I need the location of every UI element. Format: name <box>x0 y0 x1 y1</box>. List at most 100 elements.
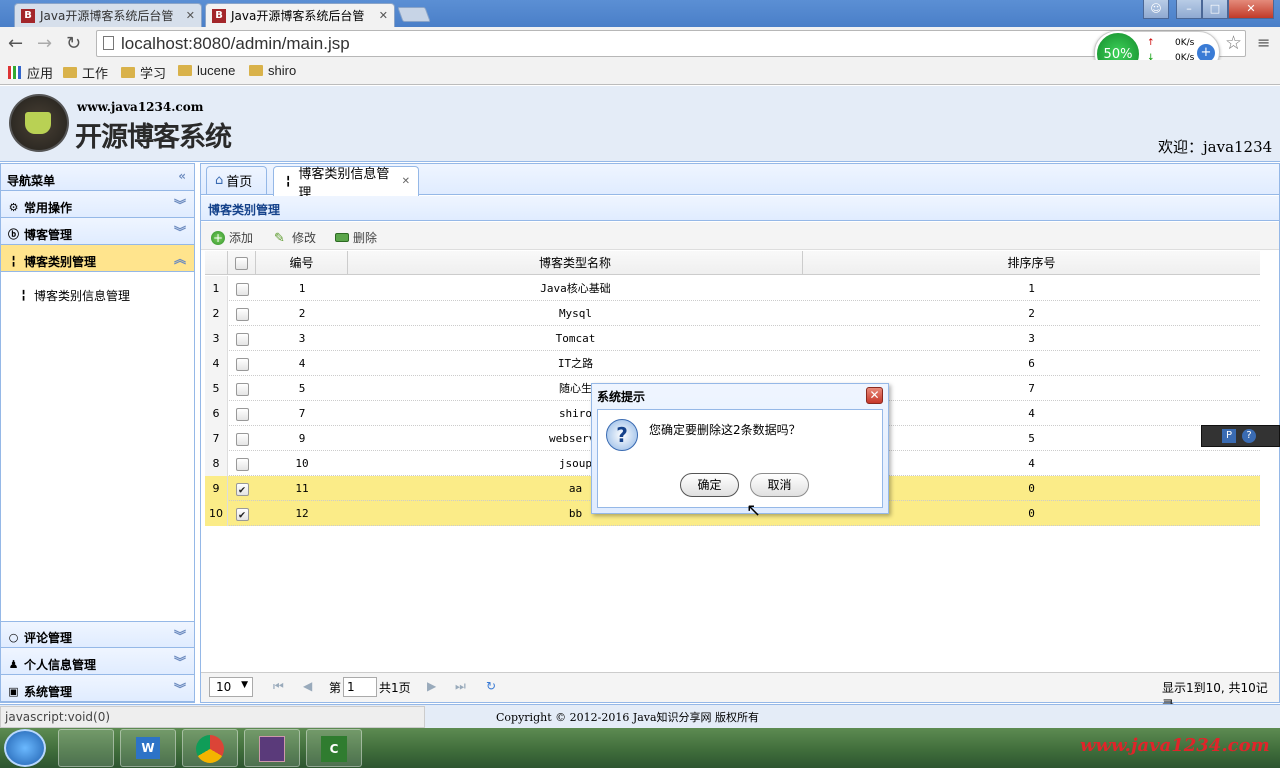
table-row[interactable]: 2 2 Mysql 2 <box>205 301 1260 326</box>
taskbar-camtasia[interactable]: C <box>306 729 362 767</box>
browser-tab-1[interactable]: B Java开源博客系统后台管 ✕ <box>14 3 202 27</box>
confirm-button[interactable]: 确定 <box>680 473 739 497</box>
chevron-up-icon: ︽ <box>173 252 186 266</box>
bookmark-work[interactable]: 工作 <box>63 63 108 82</box>
row-number: 1 <box>205 276 228 301</box>
minus-icon <box>335 233 349 242</box>
tab-blog-type[interactable]: ╏ 博客类别信息管理 ✕ <box>273 166 419 201</box>
row-checkbox[interactable] <box>235 357 249 371</box>
nav-section-label: 系统管理 <box>24 684 73 699</box>
row-number: 4 <box>205 351 228 376</box>
nav-section-blog[interactable]: ⓑ 博客管理 ︾ <box>1 218 194 245</box>
close-icon[interactable]: ✕ <box>402 176 410 187</box>
taskbar-chrome[interactable] <box>182 729 238 767</box>
table-row[interactable]: 4 4 IT之路 6 <box>205 351 1260 376</box>
bookmark-apps[interactable]: 应用 <box>8 63 53 82</box>
minimize-button[interactable]: – <box>1176 0 1202 19</box>
taskbar-eclipse[interactable] <box>244 729 300 767</box>
eclipse-icon <box>259 736 285 762</box>
bookmark-label: 学习 <box>140 66 167 81</box>
close-icon[interactable]: ✕ <box>373 9 388 22</box>
window-close-button[interactable]: ✕ <box>1228 0 1274 19</box>
row-checkbox[interactable] <box>235 407 249 421</box>
folder-icon <box>178 65 192 76</box>
edit-button[interactable]: ✎ 修改 <box>274 229 316 246</box>
first-page-icon[interactable]: ⏮ <box>273 679 284 694</box>
tab-label: 博客类别信息管理 <box>298 166 390 201</box>
table-header: 编号 博客类型名称 排序序号 <box>205 251 1260 275</box>
blog-favicon-icon: B <box>212 8 226 23</box>
browser-tab-title: Java开源博客系统后台管 <box>231 9 365 23</box>
p-icon[interactable]: P <box>1222 429 1236 443</box>
row-checkbox[interactable] <box>235 332 249 346</box>
row-checkbox[interactable]: ✔ <box>235 482 249 496</box>
dialog-title: 系统提示 <box>597 390 646 404</box>
star-icon[interactable]: ☆ <box>1225 32 1242 54</box>
nav-sub-item[interactable]: ╏ 博客类别信息管理 <box>17 287 130 304</box>
delete-button[interactable]: 删除 <box>335 229 377 246</box>
page-size-select[interactable]: 10 ▼ <box>209 677 253 697</box>
row-checkbox[interactable] <box>235 382 249 396</box>
header-id[interactable]: 编号 <box>256 251 348 275</box>
tab-home[interactable]: ⌂ 首页 <box>206 166 267 194</box>
nav-sub-label: 博客类别信息管理 <box>34 289 131 303</box>
close-icon[interactable]: ✕ <box>180 9 195 22</box>
dialog-close-button[interactable]: ✕ <box>866 387 883 404</box>
taskbar-word[interactable]: W <box>120 729 176 767</box>
folder-icon <box>63 67 77 78</box>
bookmark-study[interactable]: 学习 <box>121 63 166 82</box>
reload-icon[interactable]: ↻ <box>66 33 81 54</box>
bookmark-label: shiro <box>268 63 297 78</box>
add-button[interactable]: + 添加 <box>211 229 253 246</box>
collapse-left-icon[interactable]: « <box>178 169 186 183</box>
cell-order: 6 <box>1028 357 1035 370</box>
nav-section-label: 博客类别管理 <box>24 254 97 269</box>
browser-tab-2[interactable]: B Java开源博客系统后台管 ✕ <box>205 3 395 27</box>
header-order[interactable]: 排序序号 <box>803 251 1260 275</box>
row-checkbox[interactable] <box>235 432 249 446</box>
nav-title: 导航菜单 « <box>1 164 194 191</box>
bookmark-label: 工作 <box>82 66 109 81</box>
row-checkbox-cell <box>228 451 256 476</box>
bookmark-shiro[interactable]: shiro <box>249 63 296 78</box>
address-bar[interactable]: localhost:8080/admin/main.jsp <box>96 30 1246 57</box>
last-page-icon[interactable]: ⏭ <box>455 679 466 694</box>
table-row[interactable]: 1 1 Java核心基础 1 <box>205 276 1260 301</box>
floating-toolbar[interactable]: P ? <box>1201 425 1280 447</box>
nav-section-blog-type[interactable]: ╏ 博客类别管理 ︽ <box>1 245 194 272</box>
new-tab-button[interactable] <box>397 7 431 22</box>
row-checkbox[interactable] <box>235 307 249 321</box>
select-all-checkbox[interactable] <box>235 257 248 270</box>
row-number: 9 <box>205 476 228 501</box>
row-checkbox[interactable] <box>235 457 249 471</box>
row-checkbox[interactable] <box>235 282 249 296</box>
page-input[interactable]: 1 <box>343 677 377 697</box>
nav-section-label: 博客管理 <box>24 227 73 242</box>
row-checkbox[interactable]: ✔ <box>235 507 249 521</box>
row-number: 10 <box>205 501 228 526</box>
back-arrow-icon[interactable]: ← <box>8 33 23 54</box>
nav-section-profile[interactable]: ♟ 个人信息管理 ︾ <box>1 648 194 675</box>
cancel-button[interactable]: 取消 <box>750 473 809 497</box>
table-row[interactable]: 3 3 Tomcat 3 <box>205 326 1260 351</box>
chevron-down-icon: ︾ <box>173 225 186 239</box>
user-icon[interactable]: ☺ <box>1143 0 1169 19</box>
menu-icon[interactable]: ≡ <box>1257 33 1270 52</box>
nav-section-common[interactable]: ⚙ 常用操作 ︾ <box>1 191 194 218</box>
nav-section-system[interactable]: ▣ 系统管理 ︾ <box>1 675 194 702</box>
refresh-icon[interactable]: ↻ <box>486 679 496 693</box>
taskbar-app-1[interactable] <box>58 729 114 767</box>
help-icon[interactable]: ? <box>1242 429 1256 443</box>
forward-arrow-icon[interactable]: → <box>37 33 52 54</box>
maximize-button[interactable]: □ <box>1202 0 1228 19</box>
prev-page-icon[interactable]: ◀ <box>303 679 312 693</box>
bookmark-lucene[interactable]: lucene <box>178 63 235 78</box>
next-page-icon[interactable]: ▶ <box>427 679 436 693</box>
nav-section-comments[interactable]: ○ 评论管理 ︾ <box>1 621 194 648</box>
start-button[interactable] <box>4 729 46 767</box>
row-checkbox-cell <box>228 351 256 376</box>
bookmarks-bar: 应用 工作 学习 lucene shiro <box>0 60 1280 85</box>
camtasia-icon: C <box>321 736 347 762</box>
blog-favicon-icon: B <box>21 8 35 23</box>
header-name[interactable]: 博客类型名称 <box>348 251 803 275</box>
